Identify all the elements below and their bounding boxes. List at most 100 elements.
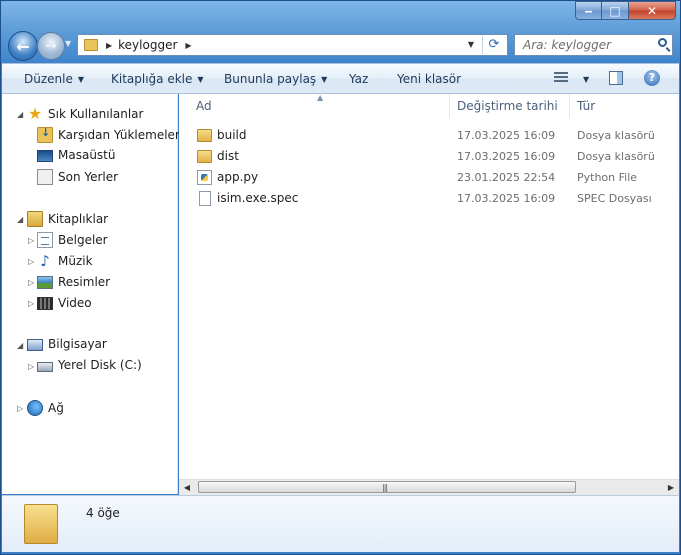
- back-arrow-icon: ←: [16, 36, 30, 56]
- python-file-icon: [197, 170, 212, 185]
- pictures-icon: [37, 276, 53, 289]
- expand-arrow-icon[interactable]: ▷: [17, 404, 23, 413]
- scroll-left-arrow-icon[interactable]: ◀: [181, 482, 193, 493]
- grip-icon: |||: [382, 483, 388, 492]
- column-header-date[interactable]: Değiştirme tarihi: [457, 94, 558, 118]
- nav-computer[interactable]: Bilgisayar: [27, 337, 107, 351]
- nav-computer-label: Bilgisayar: [48, 337, 107, 351]
- expand-arrow-icon[interactable]: ▷: [28, 257, 34, 266]
- nav-item-label: Video: [58, 295, 92, 310]
- nav-item-recent-places[interactable]: Son Yerler: [37, 169, 118, 185]
- new-folder-button[interactable]: Yeni klasör: [397, 72, 461, 86]
- chevron-down-icon: ▼: [583, 75, 590, 84]
- chevron-down-icon: ▼: [197, 75, 204, 84]
- expand-arrow-icon[interactable]: ▷: [28, 236, 34, 245]
- views-dropdown[interactable]: ▼: [578, 72, 589, 86]
- file-date: 17.03.2025 16:09: [457, 129, 556, 142]
- file-name: isim.exe.spec: [217, 191, 299, 205]
- breadcrumb-arrow-icon[interactable]: ▶: [106, 41, 112, 50]
- burn-label: Yaz: [349, 72, 369, 86]
- collapse-arrow-icon[interactable]: ◢: [17, 215, 23, 224]
- recent-pages-dropdown[interactable]: ▼: [65, 39, 75, 51]
- expand-arrow-icon[interactable]: ▷: [28, 362, 34, 371]
- file-type: Dosya klasörü: [577, 150, 655, 163]
- nav-libraries[interactable]: Kitaplıklar: [27, 211, 108, 227]
- command-bar: Düzenle ▼ Kitaplığa ekle ▼ Bununla paylaş ▼…: [2, 63, 679, 94]
- search-icon[interactable]: [658, 38, 667, 47]
- search-input[interactable]: Ara: keylogger: [523, 38, 611, 52]
- nav-item-local-disk[interactable]: Yerel Disk (C:): [37, 358, 142, 372]
- file-date: 17.03.2025 16:09: [457, 150, 556, 163]
- share-with-label: Bununla paylaş: [224, 72, 317, 86]
- new-folder-label: Yeni klasör: [397, 72, 462, 86]
- file-list: ▲ Ad Değiştirme tarihi Tür build 17.03.2…: [179, 93, 679, 479]
- libraries-icon: [27, 211, 43, 227]
- folder-icon: [197, 150, 212, 163]
- file-row-build[interactable]: build 17.03.2025 16:09 Dosya klasörü: [179, 125, 679, 146]
- collapse-arrow-icon[interactable]: ◢: [17, 341, 23, 350]
- horizontal-scrollbar[interactable]: ◀ ||| ▶: [179, 479, 679, 495]
- refresh-icon[interactable]: ⟳: [482, 36, 505, 54]
- breadcrumb-arrow-icon[interactable]: ▶: [185, 41, 191, 50]
- expand-arrow-icon[interactable]: ▷: [28, 278, 34, 287]
- nav-item-label: Resimler: [58, 274, 111, 289]
- file-date: 17.03.2025 16:09: [457, 192, 556, 205]
- file-icon: [199, 191, 211, 206]
- nav-item-label: Masaüstü: [58, 148, 116, 162]
- nav-network[interactable]: Ağ: [27, 400, 64, 416]
- forward-button[interactable]: →: [37, 32, 65, 60]
- address-history-dropdown[interactable]: ▼: [463, 38, 479, 52]
- scrollbar-thumb[interactable]: |||: [198, 481, 576, 493]
- folder-icon: [24, 504, 58, 544]
- burn-button[interactable]: Yaz: [349, 72, 368, 86]
- close-button[interactable]: ✕: [629, 1, 676, 20]
- views-icon[interactable]: [554, 72, 568, 84]
- preview-pane-icon[interactable]: [609, 71, 623, 85]
- organize-button[interactable]: Düzenle ▼: [24, 72, 84, 86]
- chevron-down-icon: ▼: [77, 75, 85, 84]
- maximize-button[interactable]: □: [602, 1, 629, 20]
- nav-item-documents[interactable]: Belgeler: [37, 232, 108, 248]
- music-icon: ♪: [40, 252, 50, 270]
- column-divider[interactable]: [449, 94, 450, 118]
- computer-icon: [27, 338, 43, 351]
- file-row-app-py[interactable]: app.py 23.01.2025 22:54 Python File: [179, 167, 679, 188]
- file-date: 23.01.2025 22:54: [457, 171, 556, 184]
- nav-network-label: Ağ: [48, 401, 64, 415]
- file-type: Python File: [577, 171, 638, 184]
- nav-item-downloads[interactable]: Karşıdan Yüklemeler: [37, 126, 180, 143]
- back-button[interactable]: ←: [8, 31, 38, 61]
- collapse-arrow-icon[interactable]: ◢: [17, 110, 23, 119]
- caption-buttons: ‒ □ ✕: [575, 1, 676, 20]
- chevron-down-icon: ▼: [321, 75, 328, 84]
- file-name: app.py: [217, 170, 259, 184]
- sort-ascending-icon: ▲: [317, 93, 324, 102]
- nav-item-videos[interactable]: Video: [37, 295, 92, 310]
- star-icon: ★: [27, 104, 43, 123]
- share-with-button[interactable]: Bununla paylaş ▼: [224, 72, 327, 86]
- expand-arrow-icon[interactable]: ▷: [28, 299, 34, 308]
- nav-favorites[interactable]: ★ Sık Kullanılanlar: [27, 104, 144, 123]
- column-header-name[interactable]: Ad: [196, 94, 212, 118]
- help-icon[interactable]: ?: [644, 70, 660, 86]
- nav-item-label: Karşıdan Yüklemeler: [58, 128, 180, 142]
- scroll-right-arrow-icon[interactable]: ▶: [665, 482, 677, 493]
- nav-item-label: Müzik: [58, 254, 93, 268]
- documents-icon: [37, 232, 53, 248]
- folder-icon: [197, 129, 212, 142]
- nav-item-label: Belgeler: [58, 233, 108, 247]
- add-to-library-button[interactable]: Kitaplığa ekle ▼: [111, 72, 204, 86]
- breadcrumb-current[interactable]: keylogger: [118, 38, 177, 52]
- nav-item-music[interactable]: ♪ Müzik: [37, 252, 93, 270]
- nav-item-pictures[interactable]: Resimler: [37, 274, 110, 289]
- search-box[interactable]: Ara: keylogger: [514, 34, 673, 56]
- file-row-isim-exe-spec[interactable]: isim.exe.spec 17.03.2025 16:09 SPEC Dosy…: [179, 188, 679, 209]
- forward-arrow-icon: →: [45, 38, 57, 54]
- column-divider[interactable]: [569, 94, 570, 118]
- column-header-type[interactable]: Tür: [577, 94, 595, 118]
- minimize-button[interactable]: ‒: [575, 1, 602, 20]
- file-row-dist[interactable]: dist 17.03.2025 16:09 Dosya klasörü: [179, 146, 679, 167]
- address-bar[interactable]: ▶ keylogger ▶ ▼ ⟳: [77, 34, 508, 56]
- nav-item-desktop[interactable]: Masaüstü: [37, 148, 115, 162]
- file-type: Dosya klasörü: [577, 129, 655, 142]
